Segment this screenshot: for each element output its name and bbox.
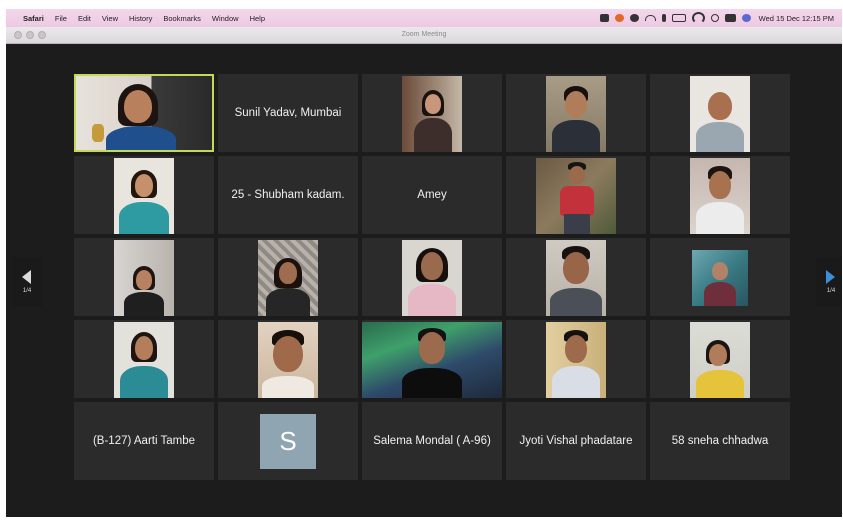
participant-name: 25 - Shubham kadam. (231, 189, 345, 201)
participant-name: Sunil Yadav, Mumbai (234, 107, 342, 119)
status-area: Wed 15 Dec 12:15 PM (594, 9, 834, 27)
minimize-window-button[interactable] (26, 31, 34, 39)
participant-video (546, 240, 606, 316)
menu-bar-clock[interactable]: Wed 15 Dec 12:15 PM (759, 14, 834, 23)
page-indicator: 1/4 (826, 288, 836, 294)
headphones-icon[interactable] (644, 15, 656, 21)
next-page-button[interactable]: 1/4 (816, 257, 842, 307)
participant-video (546, 76, 606, 152)
participant-tile-video[interactable] (506, 156, 646, 234)
participant-video (690, 158, 750, 234)
mac-menu-bar: Safari File Edit View History Bookmarks … (6, 9, 842, 27)
search-icon[interactable] (710, 14, 719, 22)
participant-tile-name-only[interactable]: (B-127) Aarti Tambe (74, 402, 214, 480)
screen: Safari File Edit View History Bookmarks … (6, 9, 842, 517)
menu-view[interactable]: View (102, 14, 118, 23)
participant-name: Amey (417, 189, 447, 201)
participant-tile-video[interactable] (218, 238, 358, 316)
menu-bookmarks[interactable]: Bookmarks (163, 14, 201, 23)
participant-video (258, 240, 318, 316)
participant-tile-avatar[interactable]: S (218, 402, 358, 480)
participant-tile-name-only[interactable]: Salema Mondal ( A-96) (362, 402, 502, 480)
participant-tile-video[interactable] (506, 320, 646, 398)
participant-video (546, 322, 606, 398)
zoom-window-button[interactable] (38, 31, 46, 39)
arrow-right-icon (826, 270, 835, 284)
window-title-bar: Zoom Meeting (6, 27, 842, 44)
participant-video (76, 76, 212, 150)
menu-window[interactable]: Window (212, 14, 239, 23)
participant-tile-video[interactable] (650, 156, 790, 234)
participant-tile-video[interactable] (362, 238, 502, 316)
participant-video (114, 158, 174, 234)
participant-tile-video[interactable] (506, 74, 646, 152)
menu-app-safari[interactable]: Safari (23, 14, 44, 23)
siri-icon[interactable] (741, 14, 751, 22)
participant-video (690, 76, 750, 152)
screen-share-status-icon[interactable] (629, 14, 639, 22)
previous-page-button[interactable]: 1/4 (12, 257, 42, 307)
participant-tile-name-only[interactable]: 25 - Shubham kadam. (218, 156, 358, 234)
participant-tile-video[interactable] (218, 320, 358, 398)
participant-video (362, 322, 502, 398)
participant-tile-name-only[interactable]: Amey (362, 156, 502, 234)
zoom-status-icon[interactable] (599, 14, 609, 22)
arrow-left-icon (22, 270, 31, 284)
participant-tile-video[interactable] (74, 238, 214, 316)
menu-history[interactable]: History (129, 14, 152, 23)
participant-video (536, 158, 616, 234)
menu-help[interactable]: Help (250, 14, 265, 23)
gallery-view: Sunil Yadav, Mumbai 25 - Shubham kadam. … (6, 44, 842, 517)
close-window-button[interactable] (14, 31, 22, 39)
wifi-icon[interactable] (691, 12, 705, 24)
participant-tile-video[interactable] (650, 320, 790, 398)
participant-tile-video[interactable] (650, 238, 790, 316)
participant-video (114, 240, 174, 316)
participant-video (402, 76, 462, 152)
participant-tile-active-speaker[interactable] (74, 74, 214, 152)
menu-file[interactable]: File (55, 14, 67, 23)
battery-icon[interactable] (671, 14, 686, 22)
participant-video (114, 322, 174, 398)
participant-tile-video[interactable] (74, 320, 214, 398)
participant-name: 58 sneha chhadwa (671, 435, 769, 447)
avatar: S (260, 414, 316, 469)
participant-tile-video[interactable] (506, 238, 646, 316)
participant-tile-video[interactable] (650, 74, 790, 152)
bluetooth-icon[interactable] (661, 14, 666, 22)
chrome-status-icon[interactable] (614, 14, 624, 22)
participant-tile-name-only[interactable]: Sunil Yadav, Mumbai (218, 74, 358, 152)
page-indicator: 1/4 (22, 288, 32, 294)
participant-tile-video[interactable] (362, 320, 502, 398)
participant-tile-video[interactable] (74, 156, 214, 234)
participant-tile-name-only[interactable]: Jyoti Vishal phadatare (506, 402, 646, 480)
participant-video (692, 250, 748, 306)
window-title: Zoom Meeting (401, 31, 447, 38)
participant-name: Jyoti Vishal phadatare (519, 435, 633, 447)
participant-tile-video[interactable] (362, 74, 502, 152)
participant-video (402, 240, 462, 316)
participant-name: (B-127) Aarti Tambe (92, 435, 196, 447)
control-center-icon[interactable] (724, 14, 736, 22)
participant-tile-name-only[interactable]: 58 sneha chhadwa (650, 402, 790, 480)
participant-video (258, 322, 318, 398)
participant-name: Salema Mondal ( A-96) (373, 435, 491, 447)
participant-video (690, 322, 750, 398)
menu-edit[interactable]: Edit (78, 14, 91, 23)
